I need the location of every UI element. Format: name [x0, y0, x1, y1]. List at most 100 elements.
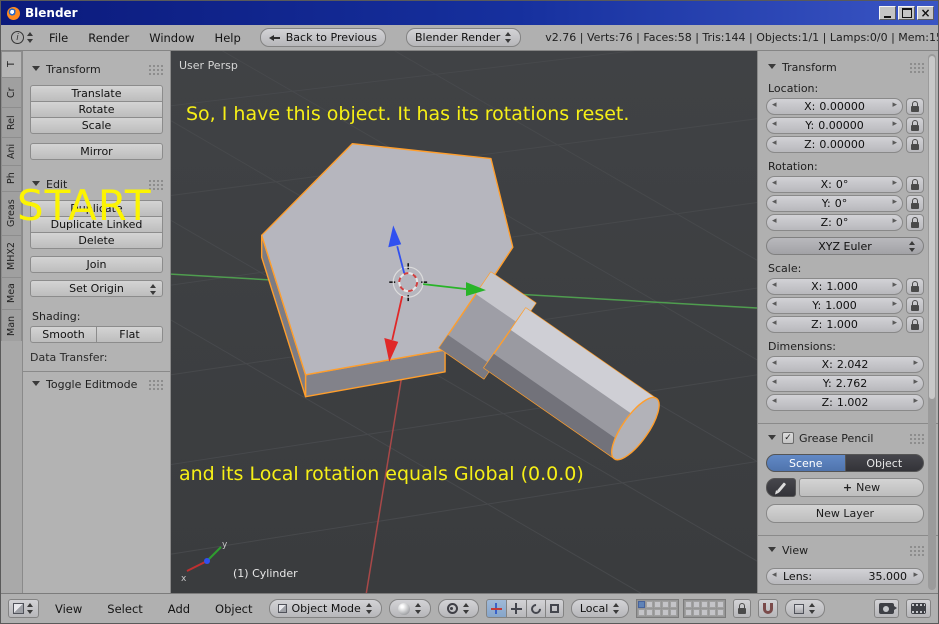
- pivot-point-select[interactable]: [438, 599, 479, 618]
- layer-cell[interactable]: [646, 601, 653, 608]
- minimize-button[interactable]: [879, 6, 896, 20]
- opengl-render-animation-button[interactable]: [906, 599, 931, 618]
- layer-cell[interactable]: [701, 601, 708, 608]
- tab-mhx2[interactable]: MHX2: [1, 235, 22, 277]
- layers-widget[interactable]: [636, 599, 726, 618]
- translate-button[interactable]: Translate: [30, 85, 163, 102]
- layer-cell[interactable]: [646, 609, 653, 616]
- manipulator-scale-button[interactable]: [545, 599, 564, 618]
- menu-add[interactable]: Add: [159, 602, 199, 616]
- location-y-field[interactable]: Y:0.00000: [766, 117, 903, 134]
- gp-source-scene-button[interactable]: Scene: [766, 454, 846, 472]
- dimensions-y-field[interactable]: Y:2.762: [766, 375, 924, 392]
- lens-field[interactable]: Lens: 35.000: [766, 568, 924, 585]
- layer-cell[interactable]: [638, 609, 645, 616]
- snap-toggle-button[interactable]: [758, 599, 778, 618]
- panel-grip-icon[interactable]: [909, 62, 924, 73]
- layer-cell[interactable]: [685, 609, 692, 616]
- layer-cell[interactable]: [717, 601, 724, 608]
- viewport-shading-select[interactable]: [389, 599, 431, 618]
- opengl-render-image-button[interactable]: [874, 599, 899, 618]
- lock-scale-x-button[interactable]: [906, 278, 924, 295]
- dimensions-x-field[interactable]: X:2.042: [766, 356, 924, 373]
- render-engine-select[interactable]: Blender Render: [406, 28, 521, 47]
- flat-button[interactable]: Flat: [96, 326, 163, 343]
- transform-orientation-select[interactable]: Local: [571, 599, 630, 618]
- transform-panel-header[interactable]: Transform: [766, 59, 924, 75]
- layer-cell[interactable]: [717, 609, 724, 616]
- rotation-y-field[interactable]: Y:0°: [766, 195, 903, 212]
- viewport-3d[interactable]: User Persp So, I have this object. It ha…: [171, 51, 757, 593]
- scrollbar[interactable]: [928, 54, 936, 590]
- editor-type-info-button[interactable]: [7, 28, 38, 47]
- viewport-canvas[interactable]: [171, 51, 757, 593]
- rotate-button[interactable]: Rotate: [30, 101, 163, 118]
- gp-datablock-button[interactable]: [766, 478, 796, 497]
- gp-new-button[interactable]: New: [799, 478, 924, 497]
- tab-manipulate[interactable]: Man: [1, 309, 22, 341]
- dimensions-z-field[interactable]: Z:1.002: [766, 394, 924, 411]
- menu-object[interactable]: Object: [206, 602, 261, 616]
- manipulator-translate-button[interactable]: [506, 599, 527, 618]
- transform-panel-header[interactable]: Transform: [30, 61, 163, 77]
- layer-cell[interactable]: [709, 609, 716, 616]
- lock-location-z-button[interactable]: [906, 136, 924, 153]
- panel-grip-icon[interactable]: [909, 433, 924, 444]
- lock-rotation-x-button[interactable]: [906, 176, 924, 193]
- grease-pencil-checkbox[interactable]: [782, 432, 794, 444]
- lock-location-y-button[interactable]: [906, 117, 924, 134]
- smooth-button[interactable]: Smooth: [30, 326, 97, 343]
- location-z-field[interactable]: Z:0.00000: [766, 136, 903, 153]
- layers-grid-right[interactable]: [683, 599, 726, 618]
- mirror-button[interactable]: Mirror: [30, 143, 163, 160]
- layer-cell[interactable]: [662, 609, 669, 616]
- scale-button[interactable]: Scale: [30, 117, 163, 134]
- tab-tools[interactable]: T: [1, 51, 22, 77]
- layer-cell[interactable]: [638, 601, 645, 608]
- layer-cell[interactable]: [709, 601, 716, 608]
- scale-y-field[interactable]: Y:1.000: [766, 297, 903, 314]
- mode-select[interactable]: Object Mode: [269, 599, 382, 618]
- layer-cell[interactable]: [670, 609, 677, 616]
- menu-view[interactable]: View: [46, 602, 91, 616]
- layers-grid-left[interactable]: [636, 599, 679, 618]
- panel-grip-icon[interactable]: [148, 379, 163, 390]
- lock-to-scene-button[interactable]: [733, 599, 751, 618]
- lock-scale-z-button[interactable]: [906, 316, 924, 333]
- join-button[interactable]: Join: [30, 256, 163, 273]
- gp-source-object-button[interactable]: Object: [845, 454, 925, 472]
- snap-element-select[interactable]: [785, 599, 825, 618]
- layer-cell[interactable]: [701, 609, 708, 616]
- tab-measure[interactable]: Mea: [1, 277, 22, 309]
- close-button[interactable]: [917, 6, 934, 20]
- manipulator-toggle-button[interactable]: [486, 599, 507, 618]
- back-to-previous-button[interactable]: Back to Previous: [260, 28, 386, 47]
- toggle-editmode-panel-header[interactable]: Toggle Editmode: [30, 376, 163, 392]
- lock-scale-y-button[interactable]: [906, 297, 924, 314]
- set-origin-select[interactable]: Set Origin: [30, 280, 163, 297]
- rotation-z-field[interactable]: Z:0°: [766, 214, 903, 231]
- layer-cell[interactable]: [670, 601, 677, 608]
- menu-file[interactable]: File: [40, 31, 77, 45]
- lock-rotation-z-button[interactable]: [906, 214, 924, 231]
- tab-animation[interactable]: Ani: [1, 137, 22, 165]
- rotation-mode-select[interactable]: XYZ Euler: [766, 237, 924, 255]
- panel-grip-icon[interactable]: [909, 545, 924, 556]
- location-x-field[interactable]: X:0.00000: [766, 98, 903, 115]
- gp-new-layer-button[interactable]: New Layer: [766, 504, 924, 523]
- data-transfer-panel-header[interactable]: Data Transfer:: [30, 351, 163, 363]
- editor-type-select[interactable]: [8, 599, 39, 618]
- delete-button[interactable]: Delete: [30, 232, 163, 249]
- grease-pencil-panel-header[interactable]: Grease Pencil: [766, 430, 924, 446]
- menu-help[interactable]: Help: [206, 31, 250, 45]
- layer-cell[interactable]: [662, 601, 669, 608]
- layer-cell[interactable]: [654, 609, 661, 616]
- panel-grip-icon[interactable]: [148, 64, 163, 75]
- menu-render[interactable]: Render: [79, 31, 138, 45]
- menu-window[interactable]: Window: [140, 31, 203, 45]
- lock-location-x-button[interactable]: [906, 98, 924, 115]
- layer-cell[interactable]: [693, 609, 700, 616]
- rotation-x-field[interactable]: X:0°: [766, 176, 903, 193]
- scale-z-field[interactable]: Z:1.000: [766, 316, 903, 333]
- layer-cell[interactable]: [685, 601, 692, 608]
